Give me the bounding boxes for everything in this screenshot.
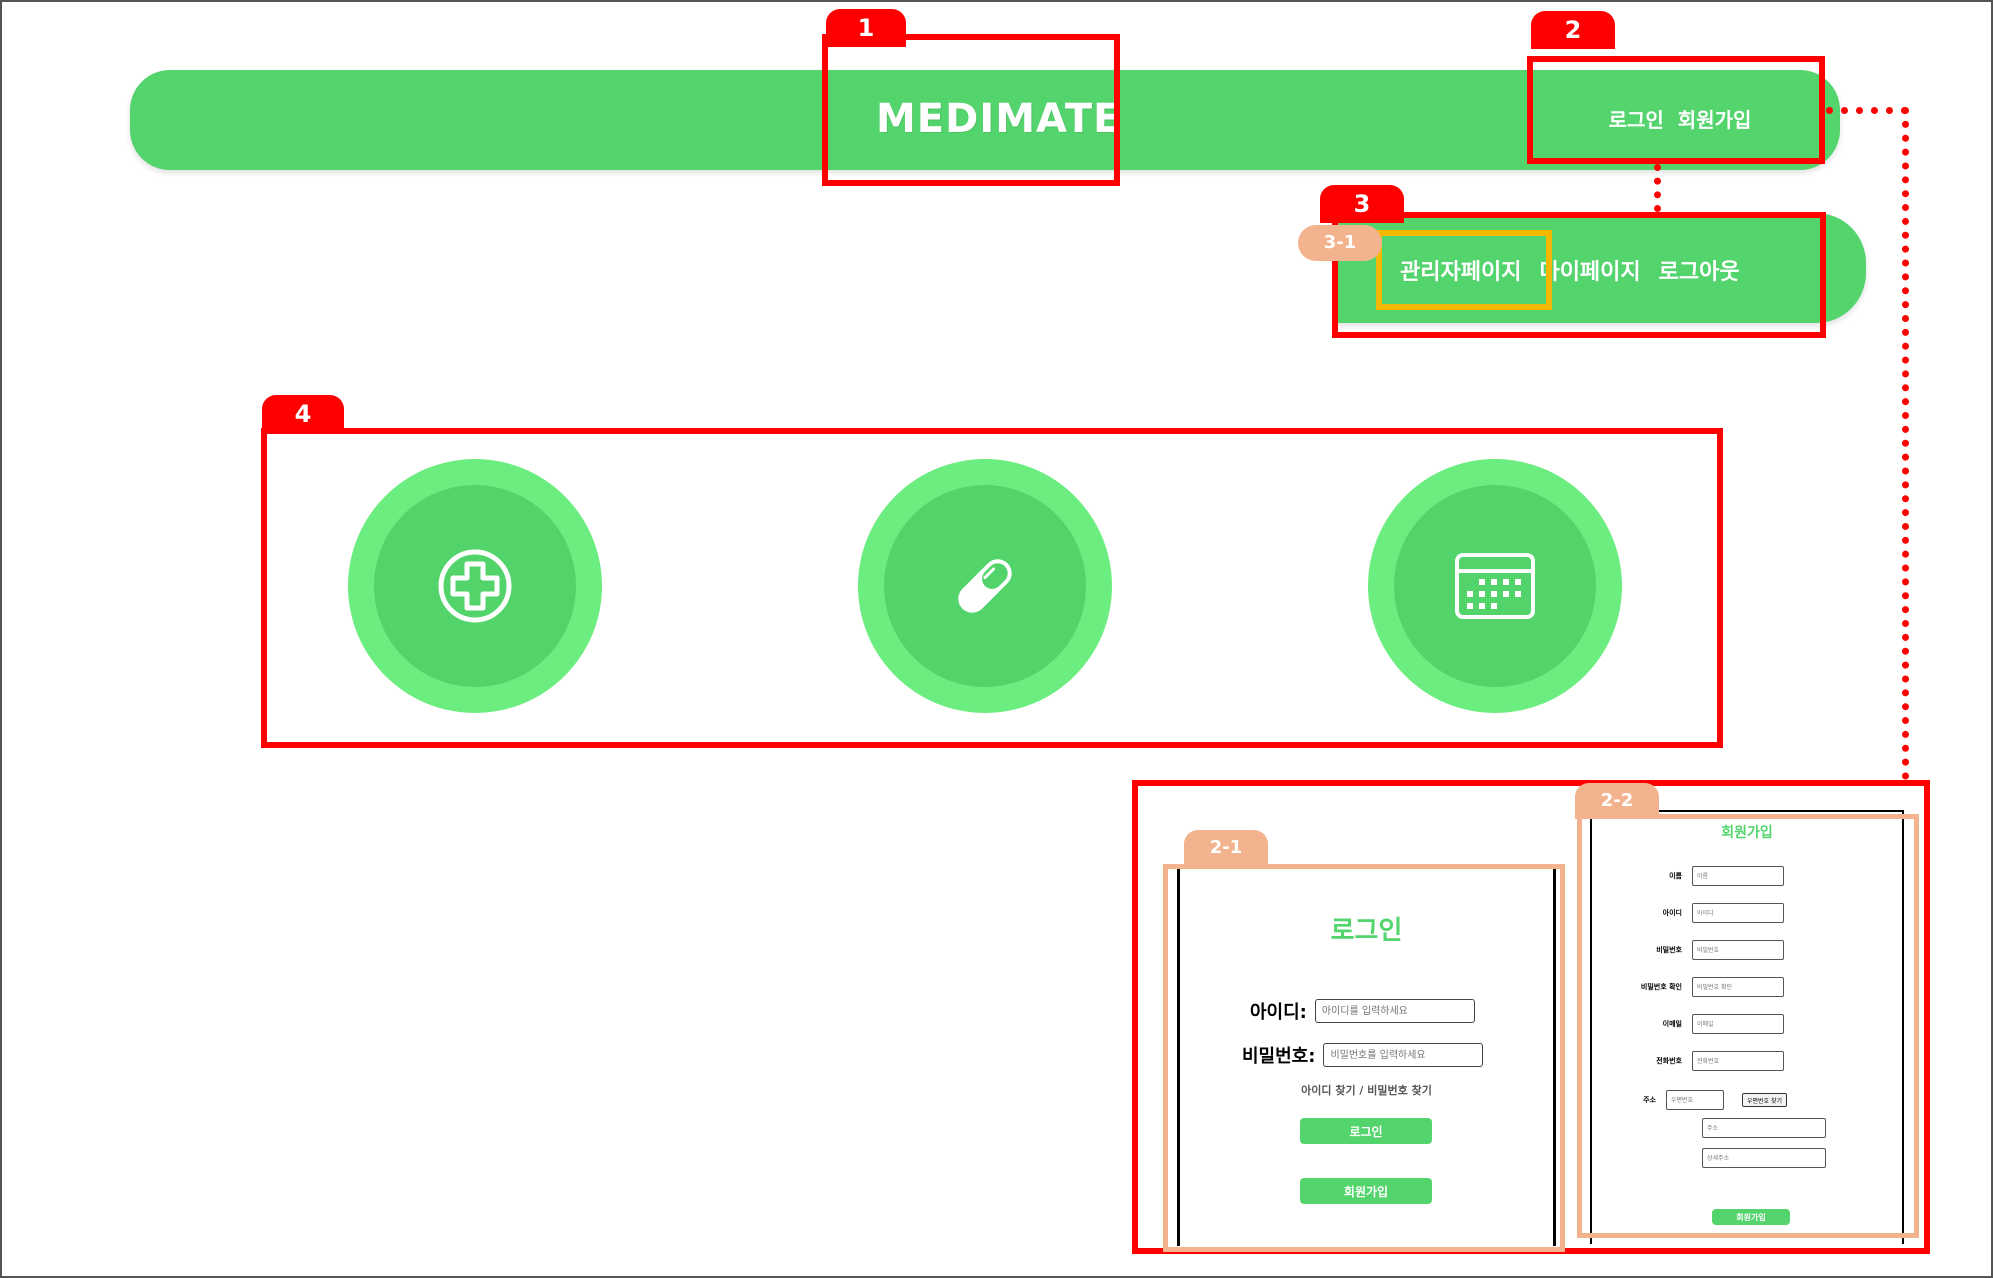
connector-2-right bbox=[1826, 107, 1908, 114]
annotation-box-2 bbox=[1527, 56, 1825, 164]
annotation-tag-3-1: 3-1 bbox=[1298, 225, 1382, 261]
annotation-box-3-1 bbox=[1376, 230, 1552, 310]
annotation-tag-2: 2 bbox=[1531, 11, 1615, 49]
annotation-tag-2-2: 2-2 bbox=[1575, 783, 1659, 819]
annotation-tag-3: 3 bbox=[1320, 185, 1404, 223]
annotation-box-2-2 bbox=[1577, 814, 1919, 1238]
annotation-box-2-1 bbox=[1163, 864, 1565, 1252]
connector-2-to-3 bbox=[1654, 164, 1661, 212]
annotation-box-1 bbox=[822, 34, 1120, 186]
annotation-tag-1: 1 bbox=[826, 9, 906, 47]
annotation-tag-4: 4 bbox=[262, 395, 344, 433]
annotation-box-4 bbox=[261, 428, 1723, 748]
annotation-tag-2-1: 2-1 bbox=[1184, 830, 1268, 866]
connector-2-to-forms bbox=[1902, 107, 1909, 780]
